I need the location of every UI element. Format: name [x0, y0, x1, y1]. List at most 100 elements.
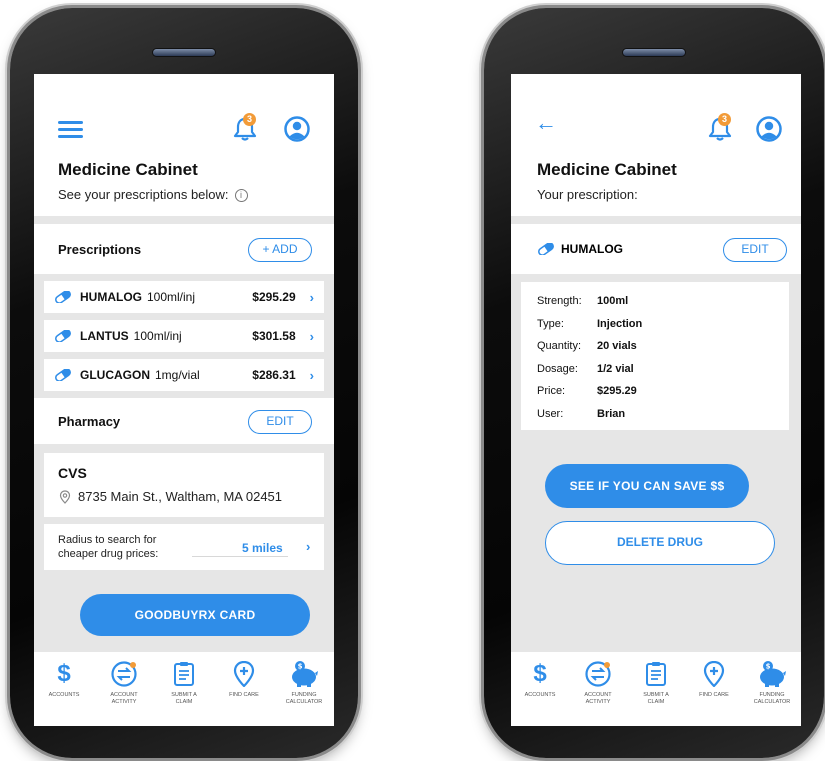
header-panel: 3 Medicine Cabinet See your prescription… [34, 74, 334, 216]
nav-account-activity[interactable]: ACCOUNT ACTIVITY [569, 660, 627, 726]
phone-speaker [152, 48, 216, 57]
pharmacy-title: Pharmacy [58, 414, 121, 429]
page-subtitle-text: See your prescriptions below: [58, 187, 229, 202]
nav-label-line1: ACCOUNT [110, 692, 138, 698]
dollar-icon: $ [57, 660, 71, 687]
nav-label-line2: CALCULATOR [753, 698, 791, 705]
prescription-row[interactable]: HUMALOG 100ml/inj $295.29 › [44, 281, 324, 313]
nav-label-line1: SUBMIT A [171, 692, 197, 698]
prescriptions-title: Prescriptions [58, 242, 142, 257]
radius-value[interactable]: 5 miles [242, 541, 283, 555]
detail-key: Strength: [537, 295, 582, 308]
profile-icon[interactable] [284, 116, 310, 142]
profile-icon[interactable] [756, 116, 782, 142]
nav-label-line2: ACTIVITY [111, 698, 137, 705]
detail-row-quantity: Quantity: 20 vials [537, 335, 789, 358]
drug-title: HUMALOG [537, 242, 623, 256]
transfer-icon [584, 660, 612, 688]
bottom-nav: $ ACCOUNTS ACCOUNT ACTIVITY SUBMIT A CLAIM [511, 652, 801, 726]
nav-funding-calculator[interactable]: $ FUNDING CALCULATOR [274, 660, 334, 726]
nav-label-line1: ACCOUNT [584, 692, 612, 698]
svg-text:$: $ [766, 663, 771, 671]
nav-submit-claim[interactable]: SUBMIT A CLAIM [627, 660, 685, 726]
detail-value: Injection [597, 317, 643, 330]
radius-label-line2: cheaper drug prices: [58, 548, 159, 560]
back-arrow-icon[interactable]: ← [535, 112, 557, 134]
pharmacy-card[interactable]: CVS 8735 Main St., Waltham, MA 02451 [44, 453, 324, 517]
dollar-icon: $ [533, 660, 547, 687]
add-prescription-button[interactable]: + ADD [248, 238, 312, 262]
prescription-row[interactable]: LANTUS 100ml/inj $301.58 › [44, 320, 324, 352]
phone-speaker [622, 48, 686, 57]
pharmacy-header: Pharmacy EDIT [34, 398, 334, 444]
chevron-right-icon: › [309, 289, 314, 305]
drug-details-card: Strength: 100ml Type: Injection Quantity: 2… [521, 282, 789, 430]
piggy-bank-icon: $ [289, 660, 319, 688]
nav-find-care[interactable]: FIND CARE [685, 660, 743, 726]
drug-dose: 100ml/inj [133, 329, 182, 343]
radius-underline [192, 556, 288, 557]
chevron-right-icon: › [306, 539, 311, 554]
page-title: Medicine Cabinet [537, 160, 677, 179]
info-icon[interactable]: i [234, 189, 248, 203]
clipboard-icon [173, 660, 195, 688]
detail-key: Quantity: [537, 340, 582, 353]
nav-label-line2: CALCULATOR [285, 698, 323, 705]
pharmacy-address: 8735 Main St., Waltham, MA 02451 [58, 489, 282, 504]
prescription-detail-screen: ← 3 Medicine Cabinet Your prescription: [511, 74, 801, 726]
page-subtitle: See your prescriptions below: i [58, 187, 248, 203]
bell-icon[interactable]: 3 [707, 113, 733, 142]
edit-drug-button[interactable]: EDIT [723, 238, 787, 262]
nav-find-care[interactable]: FIND CARE [214, 660, 274, 726]
nav-label: FIND CARE [229, 692, 259, 699]
nav-label: ACCOUNTS [49, 692, 80, 699]
bell-icon[interactable]: 3 [232, 113, 258, 142]
pill-icon [55, 291, 71, 303]
detail-value: 20 vials [597, 340, 637, 353]
detail-value: $295.29 [597, 385, 637, 398]
piggy-bank-icon: $ [757, 660, 787, 688]
nav-accounts[interactable]: $ ACCOUNTS [34, 660, 94, 726]
edit-pharmacy-button[interactable]: EDIT [248, 410, 312, 434]
drug-name: HUMALOG [80, 290, 142, 304]
detail-value: 100ml [597, 295, 629, 308]
radius-label-line1: Radius to search for [58, 534, 157, 546]
detail-key: Type: [537, 317, 564, 330]
drug-price: $295.29 [252, 290, 296, 304]
radius-row[interactable]: Radius to search for cheaper drug prices… [44, 524, 324, 570]
phone-left: 3 Medicine Cabinet See your prescription… [10, 8, 358, 758]
nav-accounts[interactable]: $ ACCOUNTS [511, 660, 569, 726]
bottom-nav: $ ACCOUNTS ACCOUNT ACTIVITY SUBMIT A CLAIM [34, 652, 334, 726]
detail-row-dosage: Dosage: 1/2 vial [537, 358, 789, 381]
nav-label-line1: SUBMIT A [643, 692, 669, 698]
clipboard-icon [645, 660, 667, 688]
nav-label-line1: ACCOUNTS [48, 692, 80, 698]
detail-row-type: Type: Injection [537, 313, 789, 336]
nav-label-line1: FIND CARE [229, 692, 259, 698]
drug-price: $286.31 [252, 368, 296, 382]
detail-key: User: [537, 407, 564, 420]
page-subtitle: Your prescription: [537, 187, 638, 202]
nav-label: ACCOUNT ACTIVITY [584, 692, 611, 705]
transfer-icon [110, 660, 138, 688]
drug-dose: 100ml/inj [147, 290, 196, 304]
prescription-row[interactable]: GLUCAGON 1mg/vial $286.31 › [44, 359, 324, 391]
chevron-right-icon: › [309, 328, 314, 344]
location-plus-icon [703, 660, 725, 688]
nav-label: ACCOUNTS [525, 692, 556, 699]
radius-label: Radius to search for cheaper drug prices… [58, 533, 158, 561]
nav-label: SUBMIT A CLAIM [643, 692, 669, 705]
hamburger-icon[interactable] [58, 121, 83, 138]
nav-funding-calculator[interactable]: $ FUNDING CALCULATOR [743, 660, 801, 726]
detail-row-strength: Strength: 100ml [537, 290, 789, 313]
page-title: Medicine Cabinet [58, 160, 198, 179]
nav-account-activity[interactable]: ACCOUNT ACTIVITY [94, 660, 154, 726]
nav-label-line1: ACCOUNTS [524, 692, 556, 698]
delete-drug-button[interactable]: DELETE DRUG [545, 521, 775, 565]
nav-submit-claim[interactable]: SUBMIT A CLAIM [154, 660, 214, 726]
phone-right: ← 3 Medicine Cabinet Your prescription: [484, 8, 824, 758]
goodbuyrx-card-button[interactable]: GOODBUYRX CARD [80, 594, 310, 636]
drug-name: HUMALOG [561, 242, 623, 256]
pill-icon [55, 330, 71, 342]
save-money-button[interactable]: SEE IF YOU CAN SAVE $$ [545, 464, 749, 508]
